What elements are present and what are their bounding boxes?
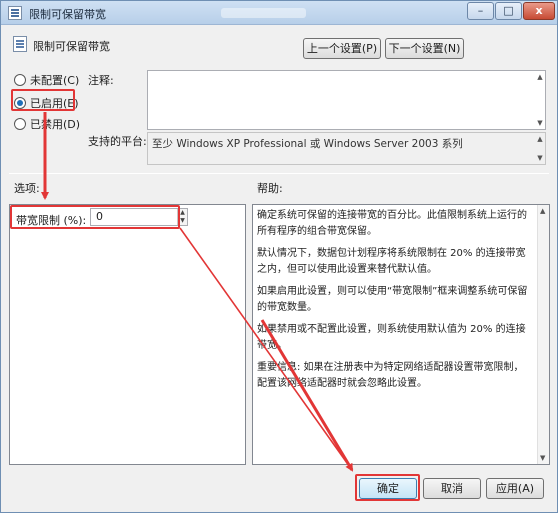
help-scrollbar[interactable]: ▲ ▼: [537, 205, 549, 464]
blurred-title-area: [221, 8, 306, 18]
comment-label: 注释:: [88, 74, 114, 87]
apply-button[interactable]: 应用(A): [486, 478, 544, 499]
radio-not-configured[interactable]: 未配置(C): [14, 72, 79, 88]
cancel-button[interactable]: 取消: [423, 478, 481, 499]
radio-not-configured-circle[interactable]: [14, 74, 26, 86]
comment-textarea[interactable]: ▲ ▼: [147, 70, 546, 130]
policy-name: 限制可保留带宽: [33, 40, 110, 53]
close-button[interactable]: x: [523, 2, 555, 20]
section-divider: [9, 173, 549, 174]
minimize-button[interactable]: –: [467, 2, 494, 20]
help-scroll-down-icon[interactable]: ▼: [540, 454, 545, 462]
radio-disabled-circle[interactable]: [14, 118, 26, 130]
radio-not-configured-label: 未配置(C): [30, 74, 80, 87]
window-title: 限制可保留带宽: [29, 8, 106, 21]
spinner-up-icon[interactable]: ▲: [178, 209, 187, 217]
supported-platform-label: 支持的平台:: [88, 135, 147, 148]
help-paragraph: 如果禁用或不配置此设置，则系统使用默认值为 20% 的连接带宽。: [257, 324, 526, 351]
help-scroll-up-icon[interactable]: ▲: [540, 207, 545, 215]
bandwidth-limit-input[interactable]: 0 ▲ ▼: [90, 208, 188, 226]
comment-scroll-up-icon[interactable]: ▲: [535, 72, 545, 82]
platform-scroll-down-icon[interactable]: ▼: [535, 153, 545, 163]
supported-platform-value: 至少 Windows XP Professional 或 Windows Ser…: [152, 138, 463, 150]
bandwidth-spinner[interactable]: ▲ ▼: [177, 209, 187, 225]
help-label: 帮助:: [257, 182, 283, 195]
help-paragraph: 重要信息: 如果在注册表中为特定网络适配器设置带宽限制，配置该网络适配器时就会忽…: [257, 362, 524, 389]
spinner-down-icon[interactable]: ▼: [178, 217, 187, 225]
help-text-panel: 确定系统可保留的连接带宽的百分比。此值限制系统上运行的所有程序的组合带宽保留。 …: [252, 204, 550, 465]
maximize-button[interactable]: □: [495, 2, 522, 20]
ok-button[interactable]: 确定: [359, 478, 417, 499]
radio-disabled[interactable]: 已禁用(D): [14, 116, 80, 132]
help-paragraph: 默认情况下，数据包计划程序将系统限制在 20% 的连接带宽之内，但可以使用此设置…: [257, 248, 526, 275]
radio-enabled[interactable]: 已启用(E): [14, 95, 79, 111]
supported-platform-box: 至少 Windows XP Professional 或 Windows Ser…: [147, 132, 546, 165]
help-paragraph: 如果启用此设置，则可以使用“带宽限制”框来调整系统可保留的带宽数量。: [257, 286, 528, 313]
bandwidth-limit-value[interactable]: 0: [96, 210, 103, 223]
options-panel: 带宽限制 (%): 0 ▲ ▼: [9, 204, 246, 465]
policy-setting-icon: [13, 36, 27, 52]
policy-icon: [8, 6, 22, 20]
policy-dialog-window: 限制可保留带宽 – □ x 限制可保留带宽 上一个设置(P) 下一个设置(N) …: [0, 0, 558, 513]
next-setting-button[interactable]: 下一个设置(N): [385, 38, 464, 59]
bandwidth-limit-label: 带宽限制 (%):: [16, 214, 87, 227]
help-paragraph: 确定系统可保留的连接带宽的百分比。此值限制系统上运行的所有程序的组合带宽保留。: [257, 210, 527, 237]
radio-disabled-label: 已禁用(D): [30, 118, 81, 131]
previous-setting-button[interactable]: 上一个设置(P): [303, 38, 381, 59]
comment-scroll-down-icon[interactable]: ▼: [535, 118, 545, 128]
radio-enabled-circle[interactable]: [14, 97, 26, 109]
platform-scroll-up-icon[interactable]: ▲: [535, 134, 545, 144]
options-label: 选项:: [14, 182, 40, 195]
title-bar: 限制可保留带宽 – □ x: [1, 1, 557, 25]
radio-enabled-label: 已启用(E): [30, 97, 79, 110]
